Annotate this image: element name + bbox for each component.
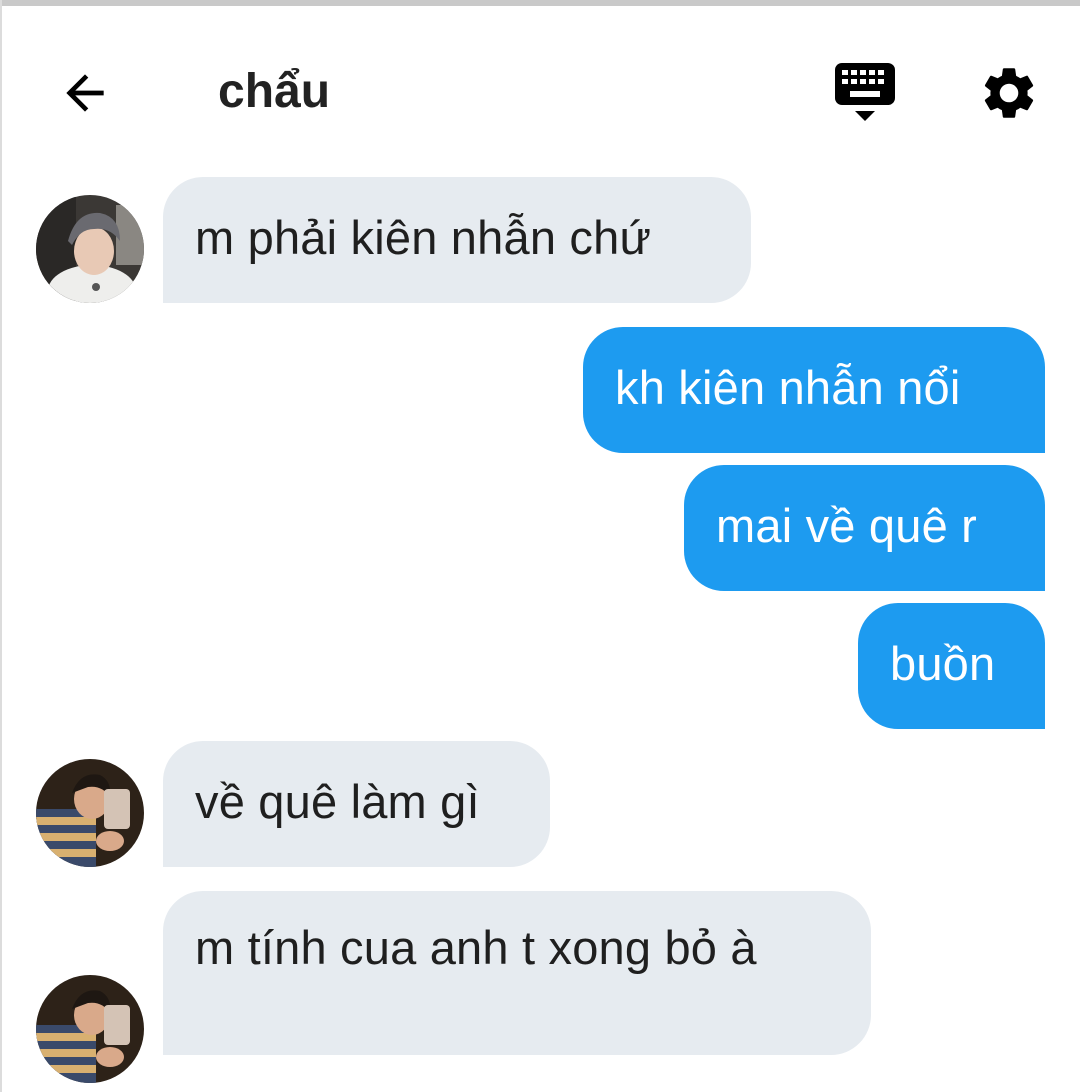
avatar[interactable]	[36, 195, 144, 303]
avatar[interactable]	[36, 759, 144, 867]
page-title: chẩu	[218, 65, 331, 118]
keyboard-toggle-button[interactable]	[830, 58, 900, 128]
avatar[interactable]	[36, 975, 144, 1083]
message-bubble-outgoing[interactable]: buồn	[858, 603, 1045, 729]
contact-avatar-photo	[36, 975, 144, 1083]
chat-header: chẩu	[0, 6, 1080, 166]
message-bubble-incoming[interactable]: m phải kiên nhẫn chứ	[163, 177, 751, 303]
back-button[interactable]	[50, 58, 120, 128]
message-bubble-incoming[interactable]: về quê làm gì	[163, 741, 550, 867]
message-bubble-incoming[interactable]: m tính cua anh t xong bỏ à	[163, 891, 871, 1055]
message-bubble-outgoing[interactable]: mai về quê r	[684, 465, 1045, 591]
gear-icon	[984, 68, 1034, 118]
keyboard-hide-icon	[835, 63, 895, 121]
message-bubble-outgoing[interactable]: kh kiên nhẫn nổi	[583, 327, 1045, 453]
settings-button[interactable]	[974, 58, 1044, 128]
contact-avatar-photo	[36, 195, 144, 303]
arrow-left-icon	[66, 74, 104, 112]
contact-avatar-photo	[36, 759, 144, 867]
